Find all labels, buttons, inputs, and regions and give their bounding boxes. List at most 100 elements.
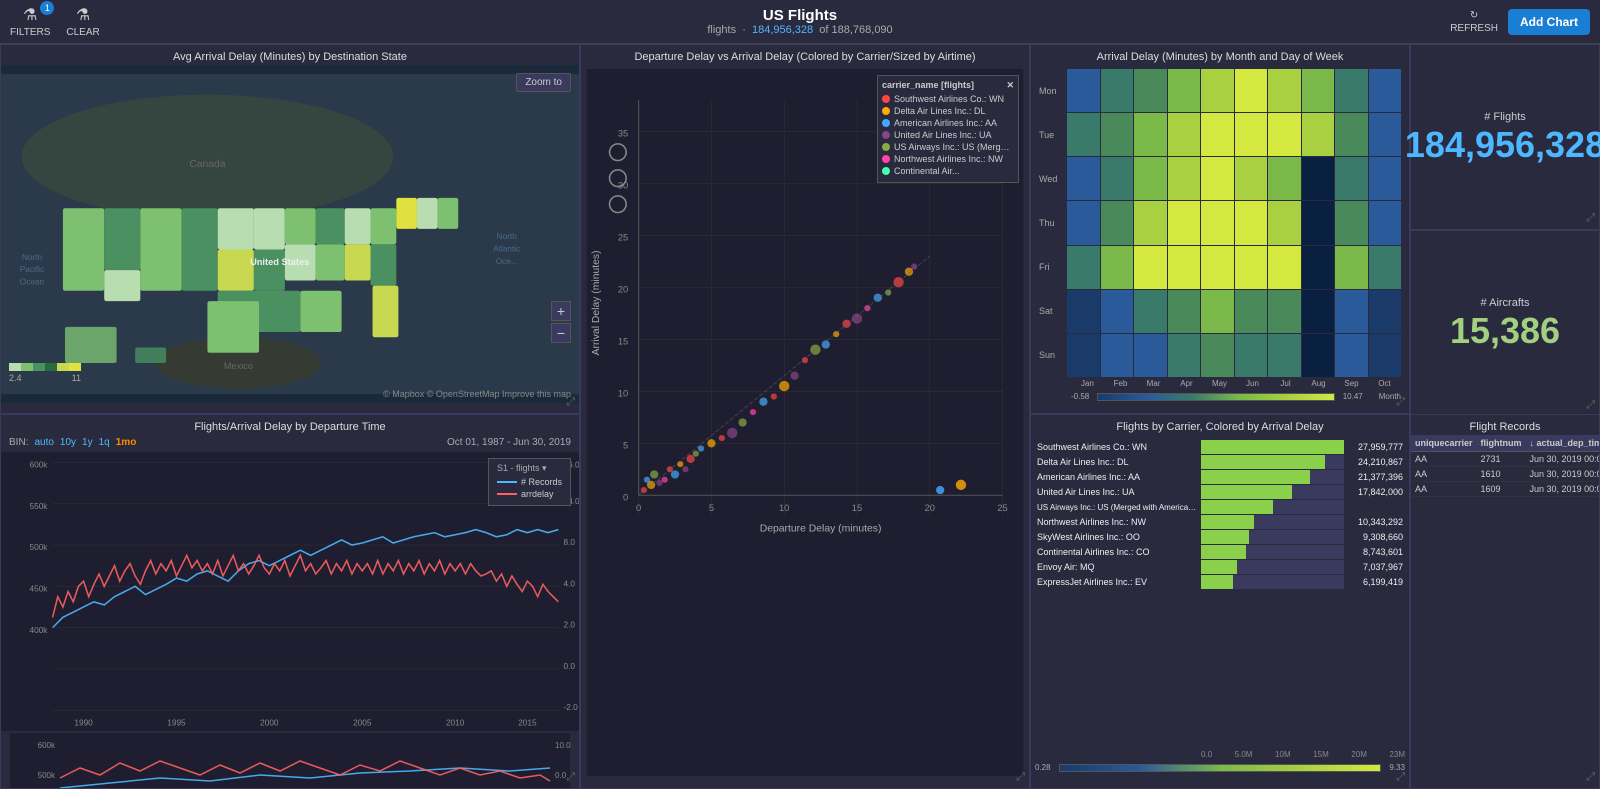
legend-dot-us xyxy=(882,143,890,151)
bar-row-us: US Airways Inc.: US (Merged with America… xyxy=(1037,500,1403,514)
ts-bin-10y[interactable]: 10y xyxy=(60,437,76,448)
svg-text:10: 10 xyxy=(779,503,789,513)
heatmap-cell xyxy=(1369,113,1402,156)
heatmap-cell xyxy=(1101,201,1134,244)
heatmap-row-sat xyxy=(1067,290,1401,333)
heatmap-content: Mon Tue Wed Thu Fri Sat Sun xyxy=(1031,65,1409,405)
map-legend-max: 11 xyxy=(72,373,81,383)
heatmap-cell xyxy=(1134,113,1167,156)
bar-val-ev: 6,199,419 xyxy=(1348,577,1403,587)
heatmap-y-labels: Mon Tue Wed Thu Fri Sat Sun xyxy=(1039,69,1067,377)
refresh-button[interactable]: ↻ REFRESH xyxy=(1450,10,1498,34)
svg-text:2005: 2005 xyxy=(353,719,372,728)
heatmap-cell xyxy=(1067,201,1100,244)
clear-button[interactable]: ⚗ CLEAR xyxy=(66,5,99,38)
scatter-expand-icon[interactable]: ⤢ xyxy=(1016,771,1025,784)
legend-dot-nw xyxy=(882,155,890,163)
map-legend: 2.4 11 xyxy=(9,363,81,383)
bar-fill-mq xyxy=(1201,560,1237,574)
kpi-flights-expand[interactable]: ⤢ xyxy=(1586,212,1595,225)
kpi-aircrafts-title: # Aircrafts xyxy=(1481,297,1530,309)
bar-fill-ua xyxy=(1201,485,1292,499)
legend-dot-aa xyxy=(882,119,890,127)
svg-text:Ocean: Ocean xyxy=(20,278,45,287)
heatmap-cell xyxy=(1235,69,1268,112)
kpi-flights: # Flights 184,956,328 ⤢ xyxy=(1410,44,1600,230)
heatmap-cell xyxy=(1335,157,1368,200)
scatter-legend: carrier_name [flights] ✕ Southwest Airli… xyxy=(877,75,1019,183)
map-legend-min: 2.4 xyxy=(9,373,22,383)
heatmap-cell xyxy=(1268,69,1301,112)
heatmap-cell xyxy=(1168,157,1201,200)
heatmap-cell xyxy=(1201,290,1234,333)
table-col-header[interactable]: ↓ actual_dep_time_stamp xyxy=(1526,435,1599,452)
timeseries-panel: Flights/Arrival Delay by Departure Time … xyxy=(0,414,580,789)
ts-bin-1mo[interactable]: 1mo xyxy=(116,437,137,448)
kpi-aircrafts-expand[interactable]: ⤢ xyxy=(1586,399,1595,412)
table-col-header[interactable]: flightnum xyxy=(1477,435,1526,452)
bar-bg-us xyxy=(1201,500,1344,514)
heatmap-y-wed: Wed xyxy=(1039,174,1063,184)
bar-row-mq: Envoy Air: MQ 7,037,967 xyxy=(1037,560,1403,574)
heatmap-cell xyxy=(1067,246,1100,289)
bar-row-ev: ExpressJet Airlines Inc.: EV 6,199,419 xyxy=(1037,575,1403,589)
svg-text:0.0: 0.0 xyxy=(555,771,567,780)
ts-bin-1y[interactable]: 1y xyxy=(82,437,93,448)
heatmap-cell xyxy=(1101,157,1134,200)
timeseries-title: Flights/Arrival Delay by Departure Time xyxy=(1,415,579,435)
bar-bg-nw xyxy=(1201,515,1344,529)
svg-text:-2.0: -2.0 xyxy=(564,703,579,712)
svg-text:2010: 2010 xyxy=(446,719,465,728)
zoom-to-button[interactable]: Zoom to xyxy=(516,73,571,92)
clear-icon: ⚗ xyxy=(76,5,90,25)
zoom-out-button[interactable]: − xyxy=(551,323,571,343)
map-expand-icon[interactable]: ⤢ xyxy=(566,396,575,409)
svg-text:North: North xyxy=(22,253,43,262)
kpi-aircrafts: # Aircrafts 15,386 ⤢ xyxy=(1410,230,1600,416)
heatmap-cell xyxy=(1168,113,1201,156)
ts-bin-auto[interactable]: auto xyxy=(34,437,53,448)
svg-text:1995: 1995 xyxy=(167,719,186,728)
add-chart-button[interactable]: Add Chart xyxy=(1508,9,1590,35)
close-icon[interactable]: ✕ xyxy=(1006,80,1014,91)
mapbox-credit: © Mapbox © OpenStreetMap Improve this ma… xyxy=(383,389,571,399)
bar-val-ua: 17,842,000 xyxy=(1348,487,1403,497)
svg-text:400k: 400k xyxy=(30,626,49,635)
zoom-in-button[interactable]: + xyxy=(551,301,571,321)
bar-bg-ua xyxy=(1201,485,1344,499)
bar-fill-dl xyxy=(1201,455,1325,469)
barchart-expand-icon[interactable]: ⤢ xyxy=(1396,771,1405,784)
ts-bin-1q[interactable]: 1q xyxy=(99,437,110,448)
svg-text:450k: 450k xyxy=(30,585,49,594)
legend-dot-wn xyxy=(882,95,890,103)
zoom-controls: + − xyxy=(551,301,571,343)
bar-val-dl: 24,210,867 xyxy=(1348,457,1403,467)
table-expand-icon[interactable]: ⤢ xyxy=(1586,771,1595,784)
bar-row-ua: United Air Lines Inc.: UA 17,842,000 xyxy=(1037,485,1403,499)
heatmap-cell xyxy=(1302,201,1335,244)
barchart-content: Southwest Airlines Co.: WN 27,959,777 De… xyxy=(1031,435,1409,748)
map-container[interactable]: Canada North Pacific Ocean North Atlanti… xyxy=(1,65,579,403)
svg-text:Atlantic: Atlantic xyxy=(493,245,520,254)
ts-legend-title: S1 - flights ▾ xyxy=(497,463,562,474)
heatmap-expand-icon[interactable]: ⤢ xyxy=(1396,396,1405,409)
legend-item-nw: Northwest Airlines Inc.: NW xyxy=(882,154,1014,164)
heatmap-row-tue xyxy=(1067,113,1401,156)
scatter-panel: Departure Delay vs Arrival Delay (Colore… xyxy=(580,44,1030,789)
hm-x-mar: Mar xyxy=(1137,379,1170,388)
svg-text:15: 15 xyxy=(618,337,628,347)
heatmap-cell xyxy=(1235,201,1268,244)
heatmap-cell xyxy=(1067,290,1100,333)
table-col-header[interactable]: uniquecarrier xyxy=(1411,435,1477,452)
kpi-flights-value: 184,956,328 xyxy=(1405,127,1600,163)
heatmap-cell xyxy=(1268,246,1301,289)
heatmap-cell xyxy=(1369,157,1402,200)
heatmap-cell xyxy=(1369,246,1402,289)
header-center: US Flights flights · 184,956,328 of 188,… xyxy=(707,7,892,36)
ts-chart-area: 600k 550k 500k 450k 400k 16.0 14.0 8.0 4… xyxy=(1,450,579,733)
heatmap-cell xyxy=(1067,334,1100,377)
svg-text:500k: 500k xyxy=(38,771,56,780)
ts-expand-icon[interactable]: ⤢ xyxy=(566,771,575,784)
legend-dot-dl xyxy=(882,107,890,115)
bar-val-oo: 9,308,660 xyxy=(1348,532,1403,542)
